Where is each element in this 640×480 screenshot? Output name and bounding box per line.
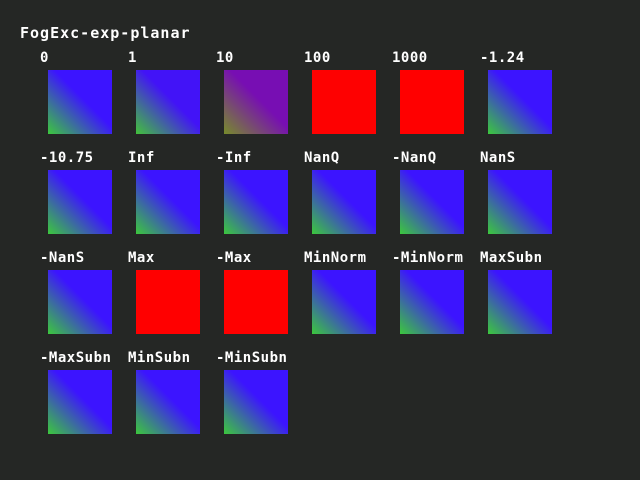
fog-cell-label: 10: [216, 50, 234, 66]
fog-cell: 100: [304, 50, 392, 150]
fog-cell-label: MinNorm: [304, 250, 367, 266]
fog-cell: NanQ: [304, 150, 392, 250]
fog-cell-label: 0: [40, 50, 49, 66]
fog-swatch: [136, 170, 200, 234]
fog-swatch: [224, 170, 288, 234]
fog-swatch: [488, 70, 552, 134]
fog-cell-label: -NanS: [40, 250, 85, 266]
fog-cell: 1000: [392, 50, 480, 150]
fog-swatch: [488, 270, 552, 334]
fog-cell-label: MinSubn: [128, 350, 191, 366]
fog-cell: -MinNorm: [392, 250, 480, 350]
fog-cell-label: 1000: [392, 50, 428, 66]
fog-cell-label: NanS: [480, 150, 516, 166]
fog-swatch: [136, 370, 200, 434]
fog-cell-label: 1: [128, 50, 137, 66]
fog-cell: -MinSubn: [216, 350, 304, 450]
fog-cell-label: -MaxSubn: [40, 350, 112, 366]
fog-swatch: [312, 270, 376, 334]
fog-cell: -NanS: [40, 250, 128, 350]
fog-swatch: [312, 70, 376, 134]
fog-cell: -Max: [216, 250, 304, 350]
fog-swatch: [488, 170, 552, 234]
fog-cell-label: -Inf: [216, 150, 252, 166]
fog-cell: Inf: [128, 150, 216, 250]
fog-swatch: [224, 70, 288, 134]
fog-cell: -NanQ: [392, 150, 480, 250]
fog-cell: MinNorm: [304, 250, 392, 350]
fog-cell-label: NanQ: [304, 150, 340, 166]
fog-swatch: [48, 370, 112, 434]
fog-cell-label: -10.75: [40, 150, 94, 166]
fog-swatch: [48, 270, 112, 334]
fog-cell: -1.24: [480, 50, 568, 150]
test-title: FogExc-exp-planar: [20, 24, 191, 42]
fog-swatch: [400, 170, 464, 234]
fog-cell: 10: [216, 50, 304, 150]
fog-cell: -Inf: [216, 150, 304, 250]
fog-cell: 1: [128, 50, 216, 150]
fog-cell: Max: [128, 250, 216, 350]
fog-swatch: [312, 170, 376, 234]
fog-cell-label: Inf: [128, 150, 155, 166]
fog-cell: MinSubn: [128, 350, 216, 450]
fog-cell: -MaxSubn: [40, 350, 128, 450]
fog-swatch: [136, 270, 200, 334]
fog-swatch: [224, 370, 288, 434]
fog-cell-label: -NanQ: [392, 150, 437, 166]
fog-swatch: [400, 70, 464, 134]
fog-cell-label: 100: [304, 50, 331, 66]
fog-swatch: [136, 70, 200, 134]
fog-cell-label: MaxSubn: [480, 250, 543, 266]
fog-cell-label: -MinSubn: [216, 350, 288, 366]
fog-cell: -10.75: [40, 150, 128, 250]
fog-swatch: [224, 270, 288, 334]
fog-cell-label: -Max: [216, 250, 252, 266]
fog-cell: NanS: [480, 150, 568, 250]
fog-cell-label: -1.24: [480, 50, 525, 66]
fog-cell: MaxSubn: [480, 250, 568, 350]
fog-swatch: [48, 170, 112, 234]
fog-cell: 0: [40, 50, 128, 150]
fog-cell-label: -MinNorm: [392, 250, 464, 266]
fog-swatch: [400, 270, 464, 334]
fog-swatch: [48, 70, 112, 134]
fog-cell-label: Max: [128, 250, 155, 266]
